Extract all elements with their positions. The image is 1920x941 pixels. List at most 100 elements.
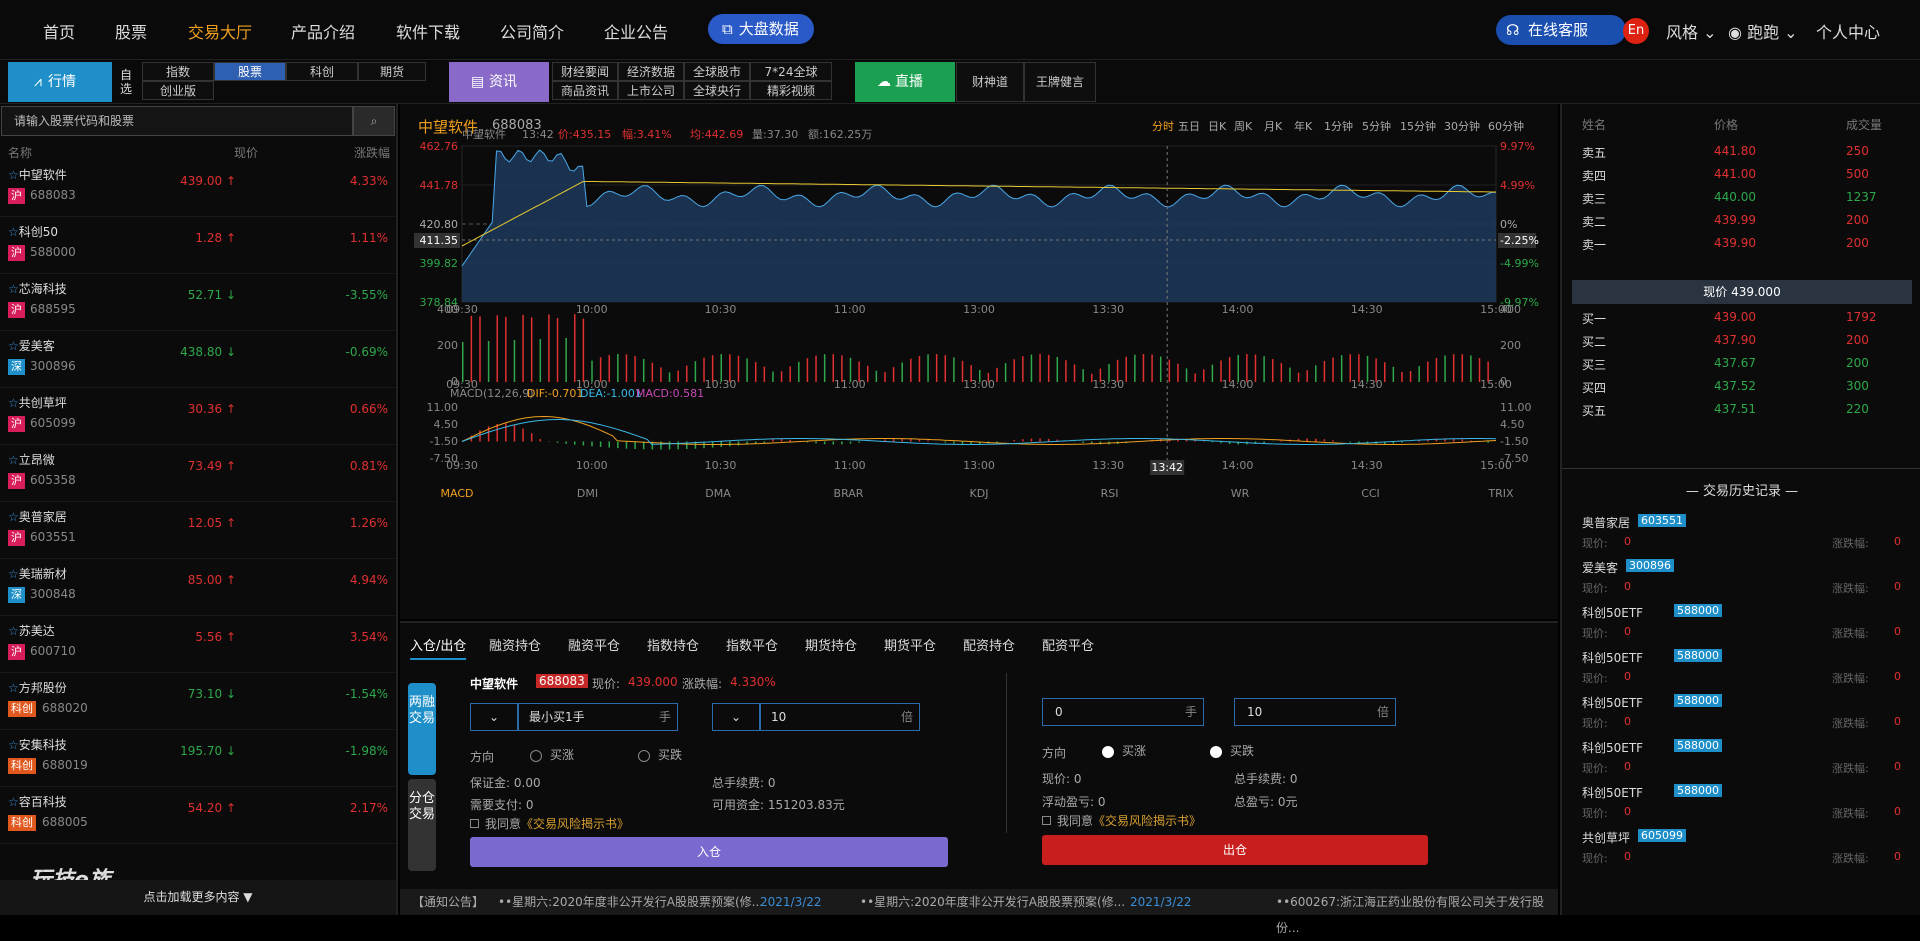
close-risk-link[interactable]: 《交易风险揭示书》 bbox=[1093, 814, 1201, 828]
trade-tab-4[interactable]: 指数平仓 bbox=[726, 635, 778, 654]
history-item[interactable]: 共创草坪 605099 现价: 0 涨跌幅: 0 bbox=[1582, 817, 1912, 872]
notice-item-3[interactable]: ••600267:浙江海正药业股份有限公司关于发行股份... bbox=[1276, 889, 1558, 941]
nav-home[interactable]: 首页 bbox=[43, 19, 75, 43]
buy-down-radio[interactable]: 买跌 bbox=[638, 746, 682, 763]
indicator-tab[interactable]: CCI bbox=[1361, 487, 1380, 500]
stock-row[interactable]: ☆美瑞新材 深 300848 85.00 ↑ 4.94% bbox=[0, 559, 396, 616]
trade-tab-3[interactable]: 指数持仓 bbox=[647, 635, 699, 654]
ob-price: 439.90 bbox=[1714, 236, 1756, 250]
news-global-stock[interactable]: 全球股市 bbox=[684, 62, 750, 81]
buy-up-label: 买涨 bbox=[550, 748, 574, 762]
stock-row[interactable]: ☆奥普家居 沪 603551 12.05 ↑ 1.26% bbox=[0, 502, 396, 559]
nav-products[interactable]: 产品介绍 bbox=[291, 19, 355, 43]
ob-volume: 220 bbox=[1846, 402, 1869, 416]
tab-chuangye[interactable]: 创业版 bbox=[142, 81, 214, 100]
exchange-badge: 沪 bbox=[8, 245, 25, 261]
side-tab-split[interactable]: 分仓交易 bbox=[408, 779, 436, 871]
tab-futures[interactable]: 期货 bbox=[358, 62, 426, 81]
market-tab[interactable]: ⩘行情 bbox=[8, 62, 112, 102]
personal-center-link[interactable]: 个人中心 bbox=[1816, 19, 1880, 43]
buy-up-radio[interactable]: 买涨 bbox=[530, 746, 574, 763]
indicator-tab[interactable]: BRAR bbox=[834, 487, 864, 500]
star-icon: ☆ bbox=[8, 624, 19, 638]
nav-trade-hall[interactable]: 交易大厅 bbox=[188, 19, 252, 43]
live-caishen[interactable]: 财神道 bbox=[956, 62, 1024, 102]
online-service-button[interactable]: ☊在线客服 bbox=[1496, 15, 1626, 45]
macd-bar bbox=[953, 442, 955, 444]
nav-announcements[interactable]: 企业公告 bbox=[604, 19, 668, 43]
close-buy-down-radio[interactable]: 买跌 bbox=[1210, 742, 1254, 759]
side-tab-margin[interactable]: 两融交易 bbox=[408, 683, 436, 775]
trade-tab-1[interactable]: 融资持仓 bbox=[489, 635, 541, 654]
news-247[interactable]: 7*24全球 bbox=[750, 62, 832, 81]
exit-position-button[interactable]: 出仓 bbox=[1042, 835, 1428, 865]
min-buy-input[interactable]: 最小买1手手 bbox=[518, 703, 678, 731]
volume-bar bbox=[1263, 356, 1265, 382]
trade-tab-2[interactable]: 融资平仓 bbox=[568, 635, 620, 654]
live-tab[interactable]: ☁直播 bbox=[855, 62, 955, 102]
stock-row[interactable]: ☆苏美达 沪 600710 5.56 ↑ 3.54% bbox=[0, 616, 396, 673]
stock-row[interactable]: ☆中望软件 沪 688083 439.00 ↑ 4.33% bbox=[0, 160, 396, 217]
stock-row[interactable]: ☆共创草坪 沪 605099 30.36 ↑ 0.66% bbox=[0, 388, 396, 445]
agree-checkbox[interactable]: 我同意《交易风险揭示书》 bbox=[470, 815, 629, 832]
stock-row[interactable]: ☆方邦股份 科创 688020 73.10 ↓ -1.54% bbox=[0, 673, 396, 730]
lots-select[interactable]: ⌄ bbox=[470, 703, 518, 731]
close-agree-text: 我同意 bbox=[1057, 814, 1093, 828]
news-video[interactable]: 精彩视频 bbox=[750, 81, 832, 100]
nav-company[interactable]: 公司简介 bbox=[500, 19, 564, 43]
leverage-select[interactable]: ⌄ bbox=[712, 703, 760, 731]
news-central-bank[interactable]: 全球央行 bbox=[684, 81, 750, 100]
volume-bar bbox=[764, 367, 766, 382]
ob-volume: 200 bbox=[1846, 356, 1869, 370]
trade-tab-5[interactable]: 期货持仓 bbox=[805, 635, 857, 654]
enter-position-button[interactable]: 入仓 bbox=[470, 837, 948, 867]
tab-index[interactable]: 指数 bbox=[142, 62, 214, 81]
tab-stock[interactable]: 股票 bbox=[214, 62, 286, 81]
news-listed[interactable]: 上市公司 bbox=[618, 81, 684, 100]
notice-item-1[interactable]: ••星期六:2020年度非公开发行A股股票预案(修... bbox=[498, 889, 763, 915]
watchlist-tab[interactable]: 自选 bbox=[120, 68, 134, 96]
bigdata-button[interactable]: ⧉大盘数据 bbox=[708, 14, 814, 44]
close-lots-input[interactable]: 0手 bbox=[1042, 698, 1204, 726]
indicator-tab[interactable]: RSI bbox=[1101, 487, 1119, 500]
indicator-tab[interactable]: MACD bbox=[441, 487, 474, 500]
style-menu[interactable]: 风格 ⌄ bbox=[1666, 19, 1717, 43]
search-input[interactable]: 请输入股票代码和股票 bbox=[1, 106, 353, 136]
tab-kechuang[interactable]: 科创 bbox=[286, 62, 358, 81]
stock-row[interactable]: ☆芯海科技 沪 688595 52.71 ↓ -3.55% bbox=[0, 274, 396, 331]
volume-bar bbox=[1393, 367, 1395, 382]
language-toggle[interactable]: En bbox=[1623, 18, 1649, 44]
indicator-tab[interactable]: DMA bbox=[705, 487, 731, 500]
stock-code: 688595 bbox=[30, 302, 76, 316]
stock-row[interactable]: ☆科创50 沪 588000 1.28 ↑ 1.11% bbox=[0, 217, 396, 274]
close-agree-checkbox[interactable]: 我同意《交易风险揭示书》 bbox=[1042, 812, 1201, 829]
user-menu[interactable]: ◉ 跑跑 ⌄ bbox=[1728, 19, 1798, 43]
nav-stock[interactable]: 股票 bbox=[115, 19, 147, 43]
search-button[interactable]: ⌕ bbox=[353, 106, 395, 136]
stock-row[interactable]: ☆安集科技 科创 688019 195.70 ↓ -1.98% bbox=[0, 730, 396, 787]
nav-download[interactable]: 软件下载 bbox=[396, 19, 460, 43]
trade-tab-0[interactable]: 入仓/出仓 bbox=[410, 635, 466, 660]
indicator-tab[interactable]: WR bbox=[1231, 487, 1250, 500]
news-economy[interactable]: 经济数据 bbox=[618, 62, 684, 81]
news-tab[interactable]: ▤资讯 bbox=[449, 62, 549, 102]
trade-tab-6[interactable]: 期货平仓 bbox=[884, 635, 936, 654]
stock-row[interactable]: ☆立昂微 沪 605358 73.49 ↑ 0.81% bbox=[0, 445, 396, 502]
trade-tab-8[interactable]: 配资平仓 bbox=[1042, 635, 1094, 654]
leverage-input[interactable]: 10倍 bbox=[760, 703, 920, 731]
stock-row[interactable]: ☆容百科技 科创 688005 54.20 ↑ 2.17% bbox=[0, 787, 396, 844]
indicator-tab[interactable]: DMI bbox=[577, 487, 598, 500]
notice-item-2[interactable]: ••星期六:2020年度非公开发行A股股票预案(修... bbox=[860, 889, 1125, 915]
live-wangpai[interactable]: 王牌健言 bbox=[1024, 62, 1096, 102]
trade-tab-7[interactable]: 配资持仓 bbox=[963, 635, 1015, 654]
indicator-tab[interactable]: KDJ bbox=[970, 487, 989, 500]
news-commodity[interactable]: 商品资讯 bbox=[552, 81, 618, 100]
stock-row[interactable]: ☆爱美客 深 300896 438.80 ↓ -0.69% bbox=[0, 331, 396, 388]
risk-link[interactable]: 《交易风险揭示书》 bbox=[521, 817, 629, 831]
load-more-button[interactable]: 点击加载更多内容 ▼ bbox=[0, 880, 396, 915]
close-leverage-input[interactable]: 10倍 bbox=[1234, 698, 1396, 726]
close-buy-up-radio[interactable]: 买涨 bbox=[1102, 742, 1146, 759]
news-finance[interactable]: 财经要闻 bbox=[552, 62, 618, 81]
indicator-tab[interactable]: TRIX bbox=[1487, 487, 1514, 500]
macd-bar bbox=[996, 442, 998, 443]
